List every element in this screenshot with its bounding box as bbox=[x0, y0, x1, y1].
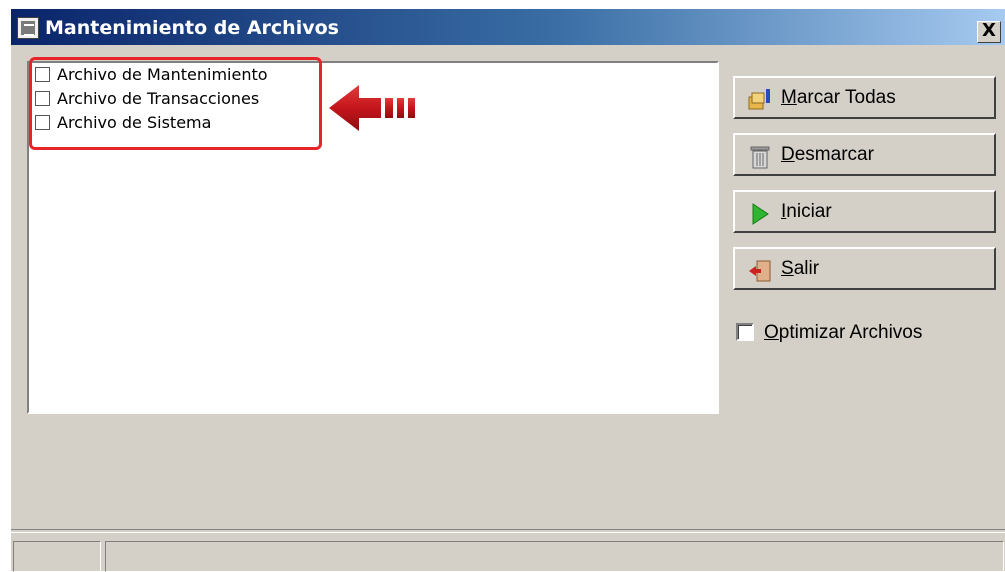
unmark-label: esmarcar bbox=[794, 144, 874, 165]
start-button[interactable]: Iniciar bbox=[733, 190, 996, 233]
mark-all-button[interactable]: Marcar Todas bbox=[733, 76, 996, 119]
unmark-button[interactable]: Desmarcar bbox=[733, 133, 996, 176]
unmark-hotkey: D bbox=[781, 144, 795, 165]
exit-label: alir bbox=[793, 258, 820, 279]
play-icon bbox=[752, 203, 769, 225]
red-arrow-icon bbox=[329, 85, 415, 131]
mark-all-label: arcar Todas bbox=[796, 87, 896, 108]
highlight-box bbox=[29, 57, 322, 150]
maintenance-window: Mantenimiento de Archivos X Archivo de M… bbox=[10, 8, 1005, 572]
separator bbox=[11, 529, 1005, 533]
start-label: niciar bbox=[786, 201, 832, 222]
optimize-files-option[interactable]: Optimizar Archivos bbox=[736, 322, 922, 344]
trash-icon bbox=[750, 146, 770, 169]
mark-all-icon bbox=[748, 89, 770, 110]
title-bar[interactable]: Mantenimiento de Archivos X bbox=[11, 9, 1005, 45]
optimize-hotkey: O bbox=[764, 322, 779, 343]
status-panel-1 bbox=[13, 541, 101, 572]
window-title: Mantenimiento de Archivos bbox=[45, 17, 339, 39]
app-icon[interactable] bbox=[17, 17, 39, 39]
status-panel-2 bbox=[105, 541, 1004, 572]
exit-door-icon bbox=[749, 260, 771, 282]
mark-all-hotkey: M bbox=[781, 87, 797, 108]
exit-button[interactable]: Salir bbox=[733, 247, 996, 290]
close-button[interactable]: X bbox=[977, 21, 1001, 43]
optimize-checkbox[interactable] bbox=[736, 323, 754, 341]
exit-hotkey: S bbox=[781, 258, 794, 279]
optimize-label: ptimizar Archivos bbox=[778, 322, 923, 343]
